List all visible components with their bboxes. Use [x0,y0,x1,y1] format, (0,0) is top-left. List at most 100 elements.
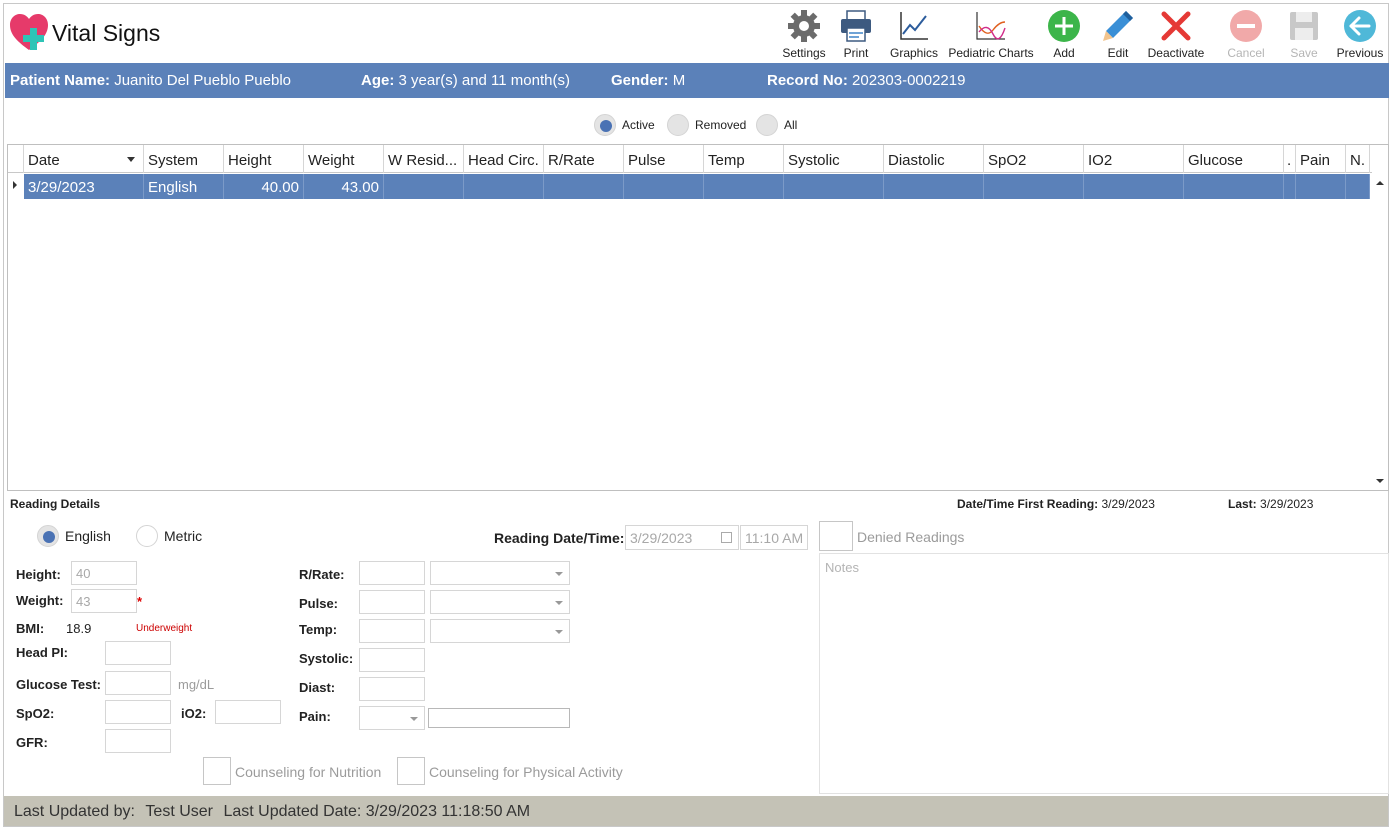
filter-all-radio[interactable]: All [756,114,797,136]
glucose-field[interactable] [105,671,171,695]
rrate-field[interactable] [359,561,425,585]
height-field[interactable]: 40 [71,561,137,585]
first-reading: Date/Time First Reading: 3/29/2023 [957,497,1155,511]
diast-field[interactable] [359,677,425,701]
pain-select[interactable] [359,706,425,730]
save-button[interactable]: Save [1284,6,1324,62]
pediatric-charts-button[interactable]: Pediatric Charts [946,6,1036,62]
updated-by-label: Last Updated by: [14,803,135,820]
rrate-select[interactable] [430,561,570,585]
column-header-w-resid[interactable]: W Resid... [384,145,464,173]
pain-label: Pain: [299,709,331,724]
unit-english-radio[interactable]: English [37,525,111,547]
head-pi-field[interactable] [105,641,171,665]
reading-date-value: 3/29/2023 [630,530,693,546]
reading-time-field[interactable]: 11:10 AM [740,525,808,550]
add-label: Add [1053,46,1075,60]
counseling-activity-label: Counseling for Physical Activity [429,764,623,780]
cell-pain[interactable] [1296,174,1346,199]
denied-readings-checkbox[interactable] [819,521,853,551]
cell-weight[interactable]: 43.00 [304,174,384,199]
deactivate-button[interactable]: Deactivate [1146,6,1206,62]
cell-systolic[interactable] [784,174,884,199]
column-header-glucose[interactable]: Glucose [1184,145,1284,173]
cell-head-circ[interactable] [464,174,544,199]
previous-button[interactable]: Previous [1334,6,1386,62]
column-header-system[interactable]: System [144,145,224,173]
cell-spo2[interactable] [984,174,1084,199]
head-pi-label: Head PI: [16,645,69,660]
graphics-button[interactable]: Graphics [886,6,942,62]
cell-diastolic[interactable] [884,174,984,199]
patient-banner: Patient Name: Juanito Del Pueblo Pueblo … [5,63,1389,98]
cell-system[interactable]: English [144,174,224,199]
reading-date-field[interactable]: 3/29/2023 [625,525,739,550]
cell-rrate[interactable] [544,174,624,199]
column-header-pulse[interactable]: Pulse [624,145,704,173]
temp-select[interactable] [430,619,570,643]
column-header-dot[interactable]: . [1284,145,1296,173]
grid-vertical-scrollbar[interactable] [1371,173,1388,490]
spo2-field[interactable] [105,700,171,724]
cell-date[interactable]: 3/29/2023 [24,174,144,199]
bmi-status: Underweight [136,623,193,634]
cell-w-resid[interactable] [384,174,464,199]
app-header: Vital Signs Settings Print Graphics Pedi… [4,4,1390,62]
scroll-up-icon[interactable] [1376,181,1384,185]
column-header-spo2[interactable]: SpO2 [984,145,1084,173]
column-header-n[interactable]: N. [1346,145,1370,173]
column-header-weight[interactable]: Weight [304,145,384,173]
cell-n[interactable] [1346,174,1370,199]
filter-active-radio[interactable]: Active [594,114,655,136]
edit-button[interactable]: Edit [1098,6,1138,62]
column-header-pain[interactable]: Pain [1296,145,1346,173]
unit-metric-radio[interactable]: Metric [136,525,202,547]
column-header-date[interactable]: Date [24,145,144,173]
column-header-systolic[interactable]: Systolic [784,145,884,173]
pain-notes-field[interactable] [428,708,570,728]
column-header-head-circ[interactable]: Head Circ. [464,145,544,173]
cell-height[interactable]: 40.00 [224,174,304,199]
cancel-button[interactable]: Cancel [1224,6,1268,62]
table-row[interactable]: 3/29/2023 English 40.00 43.00 [8,174,1372,199]
scroll-down-icon[interactable] [1376,479,1384,483]
column-header-rrate[interactable]: R/Rate [544,145,624,173]
cell-pulse[interactable] [624,174,704,199]
gfr-field[interactable] [105,729,171,753]
cell-io2[interactable] [1084,174,1184,199]
add-button[interactable]: Add [1044,6,1084,62]
patient-record-value: 202303-0002219 [852,72,966,89]
temp-field[interactable] [359,619,425,643]
counseling-nutrition-label: Counseling for Nutrition [235,764,382,780]
column-header-diastolic[interactable]: Diastolic [884,145,984,173]
counseling-activity-checkbox[interactable] [397,757,425,785]
deactivate-label: Deactivate [1147,46,1205,60]
grid-header-indicator [8,145,24,173]
pulse-field[interactable] [359,590,425,614]
column-header-height[interactable]: Height [224,145,304,173]
systolic-field[interactable] [359,648,425,672]
filter-all-label: All [784,118,798,132]
weight-field[interactable]: 43 [71,589,137,613]
cell-dot[interactable] [1284,174,1296,199]
counseling-nutrition-checkbox[interactable] [203,757,231,785]
weight-label: Weight: [16,593,64,608]
column-header-io2[interactable]: IO2 [1084,145,1184,173]
column-header-temp[interactable]: Temp [704,145,784,173]
calendar-icon[interactable] [721,532,732,543]
updated-date-label: Last Updated Date: [223,803,362,820]
notes-textarea[interactable]: Notes [819,553,1389,794]
height-label: Height: [16,567,61,582]
io2-field[interactable] [215,700,281,724]
patient-name-label: Patient Name: [10,72,111,89]
patient-name: Patient Name: Juanito Del Pueblo Pueblo [10,72,291,89]
patient-gender-value: M [672,72,686,89]
settings-button[interactable]: Settings [778,6,830,62]
app-window: Vital Signs Settings Print Graphics Pedi… [3,3,1389,827]
print-button[interactable]: Print [834,6,878,62]
pulse-select[interactable] [430,590,570,614]
first-reading-value: 3/29/2023 [1101,497,1155,511]
cell-glucose[interactable] [1184,174,1284,199]
filter-removed-radio[interactable]: Removed [667,114,746,136]
cell-temp[interactable] [704,174,784,199]
